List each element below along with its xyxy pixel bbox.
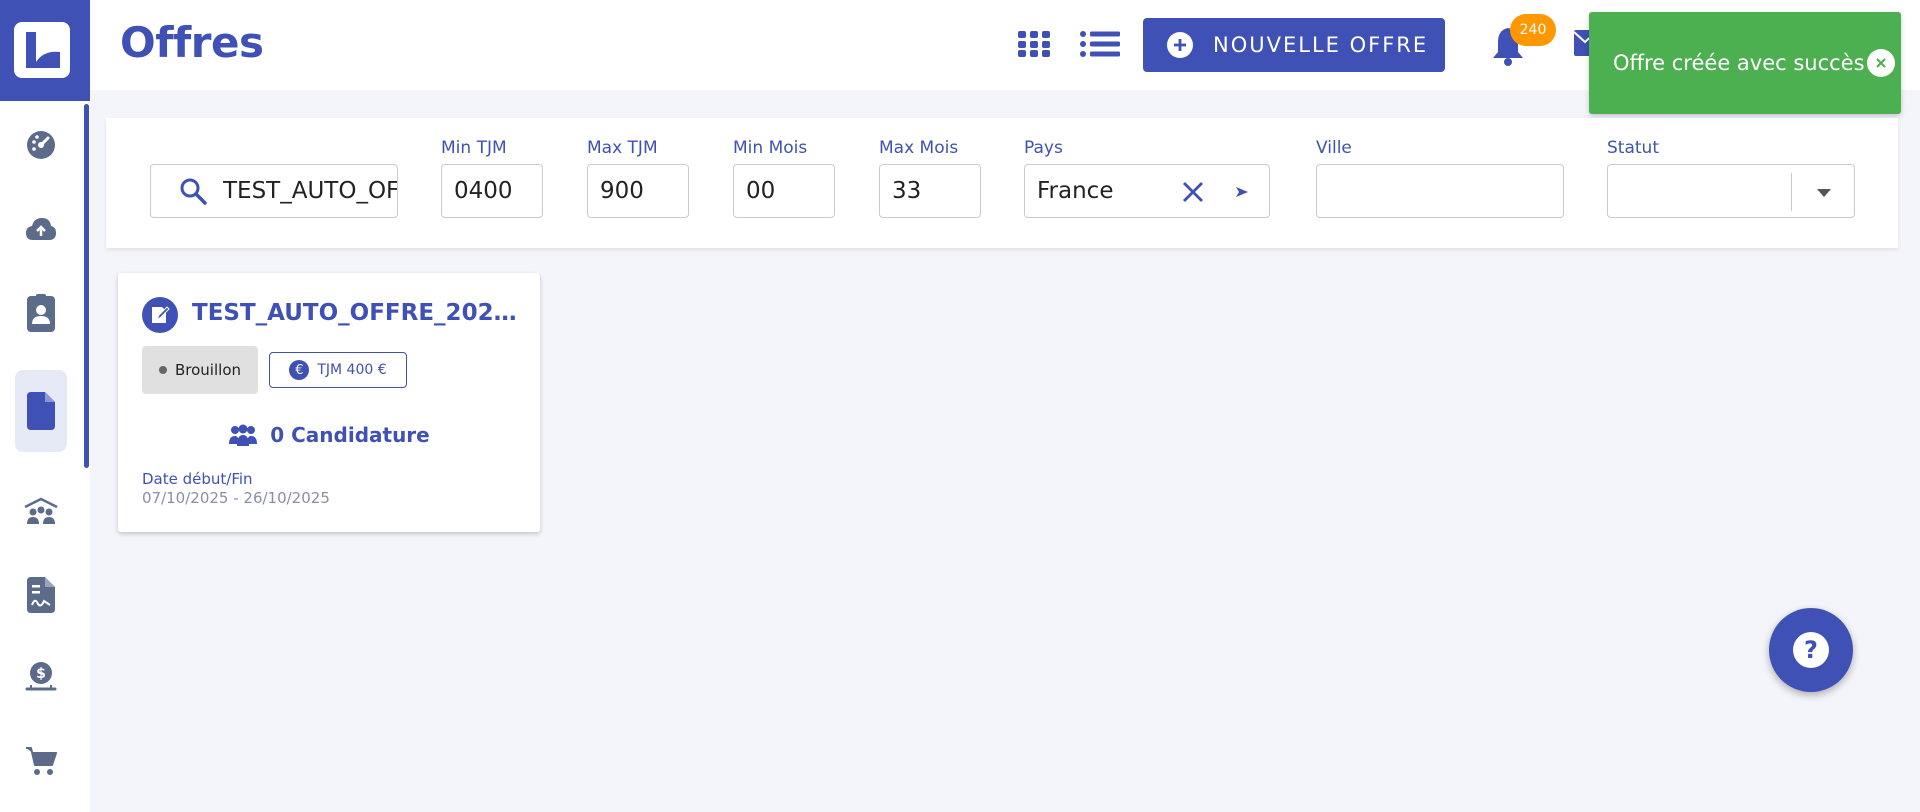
- sidebar-item-contracts[interactable]: [15, 554, 67, 636]
- grid-view-button[interactable]: [1014, 24, 1054, 64]
- dates-value: 07/10/2025 - 26/10/2025: [142, 489, 330, 507]
- svg-text:$: $: [36, 666, 46, 682]
- pays-input[interactable]: [1037, 178, 1177, 204]
- close-icon: [1876, 58, 1886, 68]
- max-tjm-input[interactable]: [600, 178, 688, 204]
- pays-select[interactable]: [1024, 164, 1270, 218]
- sidebar-scrollbar[interactable]: [84, 104, 89, 468]
- payment-icon: $: [25, 662, 57, 691]
- ville-input[interactable]: [1329, 178, 1563, 204]
- euro-icon: €: [289, 360, 310, 380]
- grid-icon: [1018, 31, 1050, 57]
- select-divider: [1791, 173, 1792, 211]
- sidebar-item-contacts[interactable]: [15, 272, 67, 354]
- ville-field[interactable]: [1316, 164, 1564, 218]
- min-mois-input[interactable]: [746, 178, 834, 204]
- contact-badge-icon: [27, 294, 55, 332]
- candidatures-label: 0 Candidature: [270, 423, 430, 447]
- help-button[interactable]: ?: [1769, 608, 1853, 692]
- team-icon: [24, 497, 58, 524]
- min-tjm-field[interactable]: [441, 164, 543, 218]
- toast-message: Offre créée avec succès: [1613, 51, 1865, 75]
- arrow-right-icon[interactable]: [1235, 186, 1249, 198]
- sidebar-item-team[interactable]: [15, 470, 67, 552]
- list-view-button[interactable]: [1080, 24, 1120, 64]
- logo[interactable]: [0, 0, 152, 101]
- search-field[interactable]: [150, 164, 398, 218]
- max-mois-field[interactable]: [879, 164, 981, 218]
- search-icon: [180, 178, 207, 205]
- dates-label: Date début/Fin: [142, 470, 253, 488]
- new-offer-label: NOUVELLE OFFRE: [1213, 33, 1429, 57]
- offer-card[interactable]: TEST_AUTO_OFFRE_2025... Brouillon € TJM …: [118, 273, 540, 532]
- ville-label: Ville: [1316, 138, 1352, 158]
- document-icon: [27, 392, 55, 430]
- max-tjm-label: Max TJM: [587, 138, 658, 158]
- candidatures-count[interactable]: 0 Candidature: [118, 423, 540, 447]
- new-offer-button[interactable]: NOUVELLE OFFRE: [1143, 18, 1445, 72]
- sidebar-item-cart[interactable]: [15, 720, 67, 802]
- offer-document-icon: [142, 297, 178, 333]
- min-tjm-label: Min TJM: [441, 138, 507, 158]
- success-toast: Offre créée avec succès: [1589, 12, 1901, 114]
- min-tjm-input[interactable]: [454, 178, 542, 204]
- max-mois-input[interactable]: [892, 178, 980, 204]
- question-icon: ?: [1793, 632, 1829, 668]
- statut-label: Statut: [1607, 138, 1659, 158]
- status-dot-icon: [159, 366, 167, 374]
- status-badge: Brouillon: [142, 346, 258, 394]
- sidebar-item-offres[interactable]: [15, 370, 67, 452]
- chevron-down-icon: [1817, 189, 1831, 197]
- tjm-label: TJM 400 €: [317, 362, 387, 378]
- max-tjm-field[interactable]: [587, 164, 689, 218]
- filter-bar: Min TJM Max TJM Min Mois Max Mois Pays V…: [106, 118, 1898, 248]
- status-label: Brouillon: [175, 361, 241, 379]
- sidebar-item-upload[interactable]: [15, 188, 67, 270]
- toast-close-button[interactable]: [1867, 49, 1895, 77]
- clear-icon[interactable]: [1181, 180, 1205, 204]
- min-mois-label: Min Mois: [733, 138, 808, 158]
- page-title: Offres: [120, 18, 264, 67]
- notification-badge: 240: [1510, 14, 1556, 46]
- pays-label: Pays: [1024, 138, 1063, 158]
- offer-title[interactable]: TEST_AUTO_OFFRE_2025...: [192, 300, 522, 326]
- people-icon: [229, 424, 258, 446]
- upload-cloud-icon: [26, 218, 56, 240]
- cart-icon: [26, 747, 57, 775]
- search-input[interactable]: [223, 178, 397, 204]
- min-mois-field[interactable]: [733, 164, 835, 218]
- dashboard-icon: [27, 131, 55, 159]
- sidebar-item-dashboard[interactable]: [15, 104, 67, 186]
- tjm-badge: € TJM 400 €: [269, 352, 407, 388]
- plus-icon: [1167, 32, 1193, 58]
- contract-icon: [27, 577, 55, 613]
- statut-select[interactable]: [1607, 164, 1855, 218]
- max-mois-label: Max Mois: [879, 138, 959, 158]
- sidebar: $: [0, 0, 152, 812]
- list-icon: [1080, 31, 1120, 57]
- logo-icon: [14, 22, 70, 78]
- sidebar-item-payments[interactable]: $: [15, 636, 67, 718]
